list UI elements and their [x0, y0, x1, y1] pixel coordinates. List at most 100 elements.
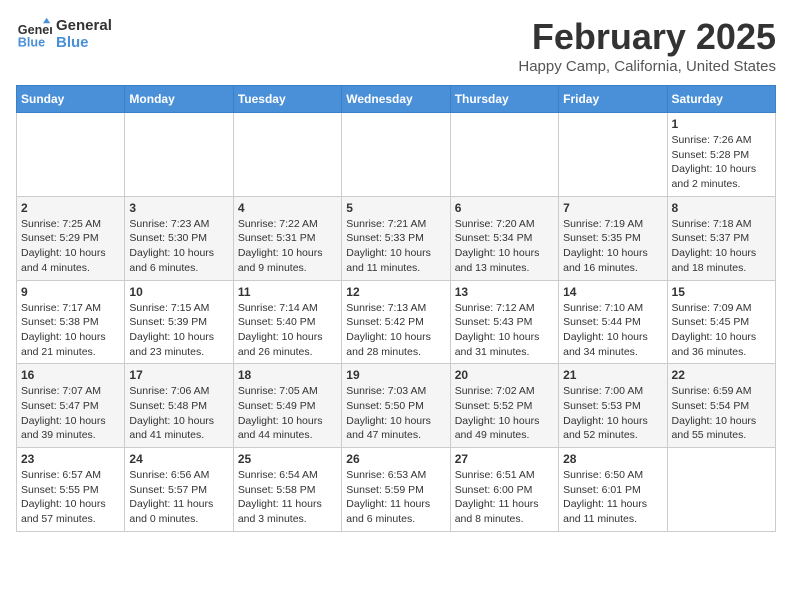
calendar-cell: 8 Sunrise: 7:18 AM Sunset: 5:37 PM Daylig…	[667, 196, 775, 280]
day-info: Sunrise: 7:19 AM Sunset: 5:35 PM Dayligh…	[563, 217, 662, 276]
day-of-week-header: Tuesday	[233, 86, 341, 113]
day-info: Sunrise: 7:17 AM Sunset: 5:38 PM Dayligh…	[21, 301, 120, 360]
day-number: 26	[346, 452, 445, 466]
calendar-cell: 2Sunrise: 7:25 AM Sunset: 5:29 PM Daylig…	[17, 196, 125, 280]
calendar-cell: 19Sunrise: 7:03 AM Sunset: 5:50 PM Dayli…	[342, 364, 450, 448]
day-info: Sunrise: 7:15 AM Sunset: 5:39 PM Dayligh…	[129, 301, 228, 360]
calendar-week-row: 16Sunrise: 7:07 AM Sunset: 5:47 PM Dayli…	[17, 364, 776, 448]
calendar-cell: 16Sunrise: 7:07 AM Sunset: 5:47 PM Dayli…	[17, 364, 125, 448]
day-number: 14	[563, 285, 662, 299]
calendar-cell	[559, 113, 667, 197]
calendar-cell: 4 Sunrise: 7:22 AM Sunset: 5:31 PM Daylig…	[233, 196, 341, 280]
calendar-week-row: 1Sunrise: 7:26 AM Sunset: 5:28 PM Daylig…	[17, 113, 776, 197]
calendar-week-row: 2Sunrise: 7:25 AM Sunset: 5:29 PM Daylig…	[17, 196, 776, 280]
calendar-cell: 26 Sunrise: 6:53 AM Sunset: 5:59 PM Dayli…	[342, 448, 450, 532]
day-number: 8	[672, 201, 771, 215]
calendar-cell: 9 Sunrise: 7:17 AM Sunset: 5:38 PM Daylig…	[17, 280, 125, 364]
day-info: Sunrise: 7:06 AM Sunset: 5:48 PM Dayligh…	[129, 384, 228, 443]
calendar-cell	[667, 448, 775, 532]
day-info: Sunrise: 6:59 AM Sunset: 5:54 PM Dayligh…	[672, 384, 771, 443]
day-number: 12	[346, 285, 445, 299]
day-number: 6	[455, 201, 554, 215]
calendar-cell	[125, 113, 233, 197]
day-number: 20	[455, 368, 554, 382]
day-number: 24	[129, 452, 228, 466]
calendar-header-row: SundayMondayTuesdayWednesdayThursdayFrid…	[17, 86, 776, 113]
day-number: 4	[238, 201, 337, 215]
day-number: 3	[129, 201, 228, 215]
calendar-cell	[342, 113, 450, 197]
day-number: 9	[21, 285, 120, 299]
calendar-cell: 14Sunrise: 7:10 AM Sunset: 5:44 PM Dayli…	[559, 280, 667, 364]
calendar-cell: 1Sunrise: 7:26 AM Sunset: 5:28 PM Daylig…	[667, 113, 775, 197]
page-header: General Blue General Blue February 2025 …	[16, 16, 776, 75]
calendar-cell: 21 Sunrise: 7:00 AM Sunset: 5:53 PM Dayli…	[559, 364, 667, 448]
day-of-week-header: Monday	[125, 86, 233, 113]
day-info: Sunrise: 7:09 AM Sunset: 5:45 PM Dayligh…	[672, 301, 771, 360]
calendar-cell	[17, 113, 125, 197]
day-number: 13	[455, 285, 554, 299]
day-info: Sunrise: 6:54 AM Sunset: 5:58 PM Dayligh…	[238, 468, 337, 527]
day-number: 10	[129, 285, 228, 299]
calendar-cell: 13 Sunrise: 7:12 AM Sunset: 5:43 PM Dayli…	[450, 280, 558, 364]
day-of-week-header: Friday	[559, 86, 667, 113]
calendar-cell: 24 Sunrise: 6:56 AM Sunset: 5:57 PM Dayli…	[125, 448, 233, 532]
calendar-table: SundayMondayTuesdayWednesdayThursdayFrid…	[16, 85, 776, 532]
day-info: Sunrise: 7:03 AM Sunset: 5:50 PM Dayligh…	[346, 384, 445, 443]
day-number: 27	[455, 452, 554, 466]
logo: General Blue General Blue	[16, 16, 112, 52]
title-area: February 2025 Happy Camp, California, Un…	[518, 16, 776, 75]
calendar-cell: 15 Sunrise: 7:09 AM Sunset: 5:45 PM Dayli…	[667, 280, 775, 364]
day-number: 5	[346, 201, 445, 215]
day-number: 2	[21, 201, 120, 215]
calendar-week-row: 23Sunrise: 6:57 AM Sunset: 5:55 PM Dayli…	[17, 448, 776, 532]
day-info: Sunrise: 7:14 AM Sunset: 5:40 PM Dayligh…	[238, 301, 337, 360]
day-number: 22	[672, 368, 771, 382]
day-info: Sunrise: 7:18 AM Sunset: 5:37 PM Dayligh…	[672, 217, 771, 276]
calendar-cell: 27 Sunrise: 6:51 AM Sunset: 6:00 PM Dayli…	[450, 448, 558, 532]
svg-text:Blue: Blue	[18, 36, 45, 50]
day-number: 15	[672, 285, 771, 299]
day-info: Sunrise: 7:23 AM Sunset: 5:30 PM Dayligh…	[129, 217, 228, 276]
day-number: 1	[672, 117, 771, 131]
logo-icon: General Blue	[16, 16, 52, 52]
logo-blue: Blue	[56, 34, 112, 51]
day-number: 16	[21, 368, 120, 382]
day-info: Sunrise: 7:05 AM Sunset: 5:49 PM Dayligh…	[238, 384, 337, 443]
day-info: Sunrise: 7:13 AM Sunset: 5:42 PM Dayligh…	[346, 301, 445, 360]
day-info: Sunrise: 7:22 AM Sunset: 5:31 PM Dayligh…	[238, 217, 337, 276]
day-of-week-header: Saturday	[667, 86, 775, 113]
location: Happy Camp, California, United States	[518, 58, 776, 75]
day-info: Sunrise: 6:51 AM Sunset: 6:00 PM Dayligh…	[455, 468, 554, 527]
day-info: Sunrise: 6:50 AM Sunset: 6:01 PM Dayligh…	[563, 468, 662, 527]
calendar-cell: 12 Sunrise: 7:13 AM Sunset: 5:42 PM Dayli…	[342, 280, 450, 364]
day-number: 23	[21, 452, 120, 466]
day-number: 25	[238, 452, 337, 466]
logo-general: General	[56, 17, 112, 34]
day-number: 17	[129, 368, 228, 382]
day-number: 21	[563, 368, 662, 382]
day-number: 28	[563, 452, 662, 466]
day-number: 18	[238, 368, 337, 382]
month-title: February 2025	[518, 16, 776, 58]
calendar-cell: 22 Sunrise: 6:59 AM Sunset: 5:54 PM Dayli…	[667, 364, 775, 448]
day-of-week-header: Sunday	[17, 86, 125, 113]
day-number: 7	[563, 201, 662, 215]
calendar-cell: 17 Sunrise: 7:06 AM Sunset: 5:48 PM Dayli…	[125, 364, 233, 448]
day-info: Sunrise: 7:02 AM Sunset: 5:52 PM Dayligh…	[455, 384, 554, 443]
day-info: Sunrise: 7:12 AM Sunset: 5:43 PM Dayligh…	[455, 301, 554, 360]
calendar-cell: 5Sunrise: 7:21 AM Sunset: 5:33 PM Daylig…	[342, 196, 450, 280]
day-info: Sunrise: 6:56 AM Sunset: 5:57 PM Dayligh…	[129, 468, 228, 527]
calendar-cell: 10 Sunrise: 7:15 AM Sunset: 5:39 PM Dayli…	[125, 280, 233, 364]
calendar-cell: 28 Sunrise: 6:50 AM Sunset: 6:01 PM Dayli…	[559, 448, 667, 532]
calendar-cell: 23Sunrise: 6:57 AM Sunset: 5:55 PM Dayli…	[17, 448, 125, 532]
day-info: Sunrise: 7:20 AM Sunset: 5:34 PM Dayligh…	[455, 217, 554, 276]
day-info: Sunrise: 6:53 AM Sunset: 5:59 PM Dayligh…	[346, 468, 445, 527]
calendar-cell: 11Sunrise: 7:14 AM Sunset: 5:40 PM Dayli…	[233, 280, 341, 364]
calendar-week-row: 9 Sunrise: 7:17 AM Sunset: 5:38 PM Daylig…	[17, 280, 776, 364]
calendar-cell: 6 Sunrise: 7:20 AM Sunset: 5:34 PM Daylig…	[450, 196, 558, 280]
calendar-cell: 18 Sunrise: 7:05 AM Sunset: 5:49 PM Dayli…	[233, 364, 341, 448]
calendar-cell: 3 Sunrise: 7:23 AM Sunset: 5:30 PM Daylig…	[125, 196, 233, 280]
calendar-cell: 25 Sunrise: 6:54 AM Sunset: 5:58 PM Dayli…	[233, 448, 341, 532]
day-info: Sunrise: 7:00 AM Sunset: 5:53 PM Dayligh…	[563, 384, 662, 443]
